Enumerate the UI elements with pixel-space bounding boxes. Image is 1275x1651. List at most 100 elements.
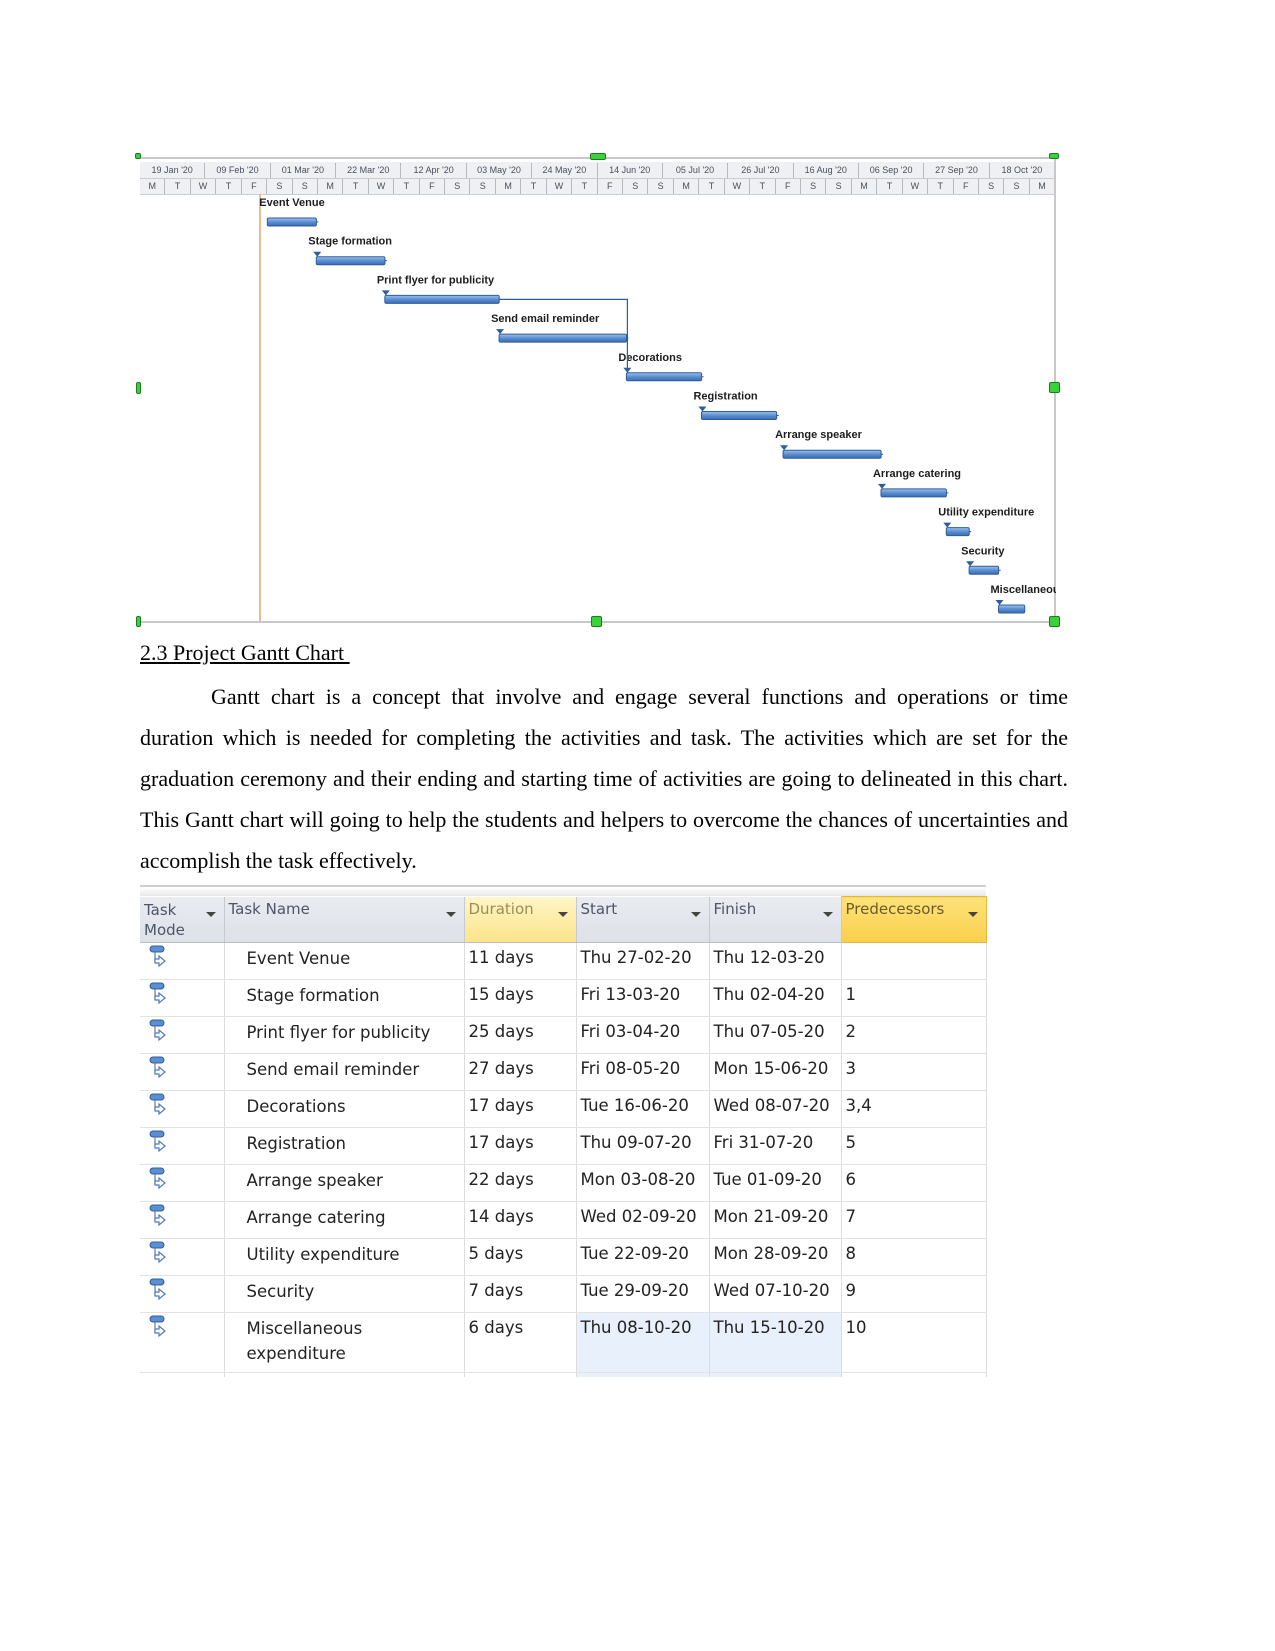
table-row[interactable]: Utility expenditure 5 days Tue 22-09-20 …: [140, 1238, 987, 1276]
table-row[interactable]: Event Venue 11 days Thu 27-02-20 Thu 12-…: [140, 942, 987, 980]
start-cell[interactable]: Thu 08-10-20: [576, 1312, 710, 1373]
task-mode-cell[interactable]: [140, 1164, 225, 1202]
start-cell[interactable]: Tue 29-09-20: [576, 1275, 710, 1313]
duration-cell[interactable]: 14 days: [464, 1201, 577, 1239]
predecessors-cell[interactable]: 7: [841, 1201, 987, 1239]
predecessors-cell[interactable]: 1: [841, 979, 987, 1017]
predecessors-cell[interactable]: 9: [841, 1275, 987, 1313]
duration-cell[interactable]: 17 days: [464, 1127, 577, 1165]
resize-handle-bottom-left[interactable]: [136, 616, 141, 627]
dropdown-arrow-icon[interactable]: [557, 911, 568, 917]
finish-cell[interactable]: Thu 12-03-20: [709, 942, 842, 980]
finish-cell[interactable]: Wed 07-10-20: [709, 1275, 842, 1313]
resize-handle-top-left[interactable]: [135, 153, 141, 159]
finish-cell[interactable]: Thu 02-04-20: [709, 979, 842, 1017]
dropdown-arrow-icon[interactable]: [445, 911, 456, 917]
start-cell[interactable]: Fri 03-04-20: [576, 1016, 710, 1054]
predecessors-cell[interactable]: 3,4: [841, 1090, 987, 1128]
resize-handle-top[interactable]: [590, 153, 606, 160]
duration-cell[interactable]: 6 days: [464, 1312, 577, 1373]
finish-cell[interactable]: Thu 15-10-20: [709, 1312, 842, 1373]
task-mode-cell[interactable]: [140, 1016, 225, 1054]
task-name-cell[interactable]: Stage formation: [224, 979, 465, 1017]
duration-cell[interactable]: 11 days: [464, 942, 577, 980]
task-name-cell[interactable]: Print flyer for publicity: [224, 1016, 465, 1054]
task-mode-cell[interactable]: [140, 1238, 225, 1276]
task-mode-cell[interactable]: [140, 1090, 225, 1128]
resize-handle-left[interactable]: [136, 382, 141, 394]
start-cell[interactable]: Wed 02-09-20: [576, 1201, 710, 1239]
predecessors-cell[interactable]: 8: [841, 1238, 987, 1276]
dropdown-arrow-icon[interactable]: [690, 911, 701, 917]
duration-cell[interactable]: 17 days: [464, 1090, 577, 1128]
task-name-cell[interactable]: Arrange speaker: [224, 1164, 465, 1202]
task-mode-cell[interactable]: [140, 1275, 225, 1313]
resize-handle-bottom-right[interactable]: [1049, 616, 1060, 627]
duration-cell[interactable]: 27 days: [464, 1053, 577, 1091]
finish-cell[interactable]: Wed 08-07-20: [709, 1090, 842, 1128]
finish-cell[interactable]: Mon 15-06-20: [709, 1053, 842, 1091]
start-cell[interactable]: Thu 09-07-20: [576, 1127, 710, 1165]
duration-cell[interactable]: 22 days: [464, 1164, 577, 1202]
task-name-cell[interactable]: Miscellaneous expenditure: [224, 1312, 465, 1373]
task-name-cell[interactable]: Security: [224, 1275, 465, 1313]
task-name-cell[interactable]: Utility expenditure: [224, 1238, 465, 1276]
duration-cell[interactable]: 5 days: [464, 1238, 577, 1276]
empty-cell: [709, 1372, 842, 1377]
table-row[interactable]: Miscellaneous expenditure 6 days Thu 08-…: [140, 1312, 987, 1373]
predecessors-cell[interactable]: [841, 942, 987, 980]
start-cell[interactable]: Tue 22-09-20: [576, 1238, 710, 1276]
duration-cell[interactable]: 15 days: [464, 979, 577, 1017]
task-mode-cell[interactable]: [140, 1053, 225, 1091]
predecessors-cell[interactable]: 6: [841, 1164, 987, 1202]
task-mode-cell[interactable]: [140, 942, 225, 980]
duration-cell[interactable]: 25 days: [464, 1016, 577, 1054]
table-row[interactable]: Arrange catering 14 days Wed 02-09-20 Mo…: [140, 1201, 987, 1239]
table-row[interactable]: Registration 17 days Thu 09-07-20 Fri 31…: [140, 1127, 987, 1165]
finish-cell[interactable]: Fri 31-07-20: [709, 1127, 842, 1165]
duration-cell[interactable]: 7 days: [464, 1275, 577, 1313]
column-header-task-mode[interactable]: Task Mode: [140, 896, 225, 943]
task-name-cell[interactable]: Registration: [224, 1127, 465, 1165]
table-row[interactable]: Security 7 days Tue 29-09-20 Wed 07-10-2…: [140, 1275, 987, 1313]
predecessors-cell[interactable]: 2: [841, 1016, 987, 1054]
task-name-cell[interactable]: Send email reminder: [224, 1053, 465, 1091]
finish-cell[interactable]: Mon 21-09-20: [709, 1201, 842, 1239]
resize-handle-top-right[interactable]: [1049, 153, 1059, 159]
finish-cell[interactable]: Tue 01-09-20: [709, 1164, 842, 1202]
start-cell[interactable]: Thu 27-02-20: [576, 942, 710, 980]
start-cell[interactable]: Mon 03-08-20: [576, 1164, 710, 1202]
column-header-finish[interactable]: Finish: [709, 896, 842, 943]
task-mode-cell[interactable]: [140, 1201, 225, 1239]
table-row[interactable]: Print flyer for publicity 25 days Fri 03…: [140, 1016, 987, 1054]
dropdown-arrow-icon[interactable]: [205, 911, 216, 917]
resize-handle-bottom[interactable]: [591, 616, 602, 627]
finish-cell[interactable]: Thu 07-05-20: [709, 1016, 842, 1054]
task-table: Task Mode Task Name Duration Start Finis…: [140, 885, 987, 1377]
dropdown-arrow-icon[interactable]: [967, 912, 978, 917]
predecessors-cell[interactable]: 5: [841, 1127, 987, 1165]
table-row[interactable]: Stage formation 15 days Fri 13-03-20 Thu…: [140, 979, 987, 1017]
predecessors-cell[interactable]: 3: [841, 1053, 987, 1091]
table-row[interactable]: Decorations 17 days Tue 16-06-20 Wed 08-…: [140, 1090, 987, 1128]
table-row[interactable]: Arrange speaker 22 days Mon 03-08-20 Tue…: [140, 1164, 987, 1202]
dropdown-arrow-icon[interactable]: [822, 911, 833, 917]
column-header-start[interactable]: Start: [576, 896, 710, 943]
auto-scheduled-task-icon: [148, 1276, 170, 1302]
column-header-predecessors[interactable]: Predecessors: [840, 896, 987, 943]
task-mode-cell[interactable]: [140, 1312, 225, 1373]
table-row[interactable]: Send email reminder 27 days Fri 08-05-20…: [140, 1053, 987, 1091]
task-name-cell[interactable]: Arrange catering: [224, 1201, 465, 1239]
start-cell[interactable]: Fri 08-05-20: [576, 1053, 710, 1091]
finish-cell[interactable]: Mon 28-09-20: [709, 1238, 842, 1276]
predecessors-cell[interactable]: 10: [841, 1312, 987, 1373]
start-cell[interactable]: Fri 13-03-20: [576, 979, 710, 1017]
task-mode-cell[interactable]: [140, 1127, 225, 1165]
task-name-cell[interactable]: Decorations: [224, 1090, 465, 1128]
start-cell[interactable]: Tue 16-06-20: [576, 1090, 710, 1128]
column-header-task-name[interactable]: Task Name: [224, 896, 465, 943]
task-mode-cell[interactable]: [140, 979, 225, 1017]
task-name-cell[interactable]: Event Venue: [224, 942, 465, 980]
column-header-duration[interactable]: Duration: [464, 896, 577, 943]
resize-handle-right[interactable]: [1049, 382, 1060, 393]
